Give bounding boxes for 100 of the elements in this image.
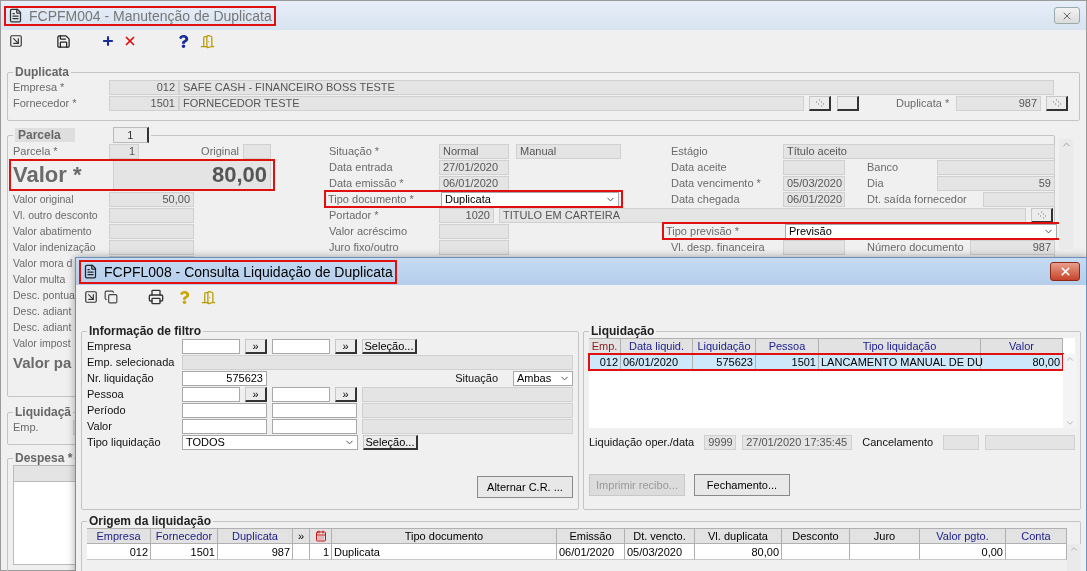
field-label: Valor * — [13, 162, 83, 188]
text-field[interactable] — [182, 338, 240, 354]
page-tab[interactable]: 1 — [112, 127, 149, 143]
lookup-button[interactable] — [809, 95, 831, 111]
text-field[interactable]: Manual — [516, 143, 621, 159]
text-field[interactable]: 59 — [937, 175, 1055, 191]
text-field[interactable]: 05/03/2020 — [783, 175, 845, 191]
more-button[interactable]: » — [245, 386, 267, 402]
exit-icon[interactable] — [201, 289, 216, 305]
dropdown[interactable]: Previsão — [785, 223, 1057, 239]
field-label: Original — [200, 145, 239, 157]
text-field[interactable]: Título aceito — [783, 143, 1055, 159]
text-field[interactable]: 50,00 — [109, 191, 194, 207]
lookup-button[interactable] — [1046, 95, 1068, 111]
field-label: Desc. pontua — [13, 289, 75, 301]
text-field[interactable] — [943, 434, 980, 450]
lookup-button[interactable] — [1031, 207, 1053, 223]
text-field[interactable] — [182, 418, 267, 434]
text-field[interactable]: 27/01/2020 17:35:45 — [742, 434, 853, 450]
text-field[interactable]: 012 — [109, 79, 179, 95]
selection-button[interactable]: Seleção... — [363, 434, 418, 450]
text-field[interactable]: 27/01/2020 — [439, 159, 509, 175]
text-field[interactable] — [272, 402, 357, 418]
column-header[interactable]: Vl. duplicata — [695, 528, 782, 544]
close-icon — [1058, 265, 1072, 278]
text-field[interactable] — [783, 159, 845, 175]
dropdown[interactable]: TODOS — [182, 434, 358, 450]
close-button[interactable] — [1054, 7, 1080, 24]
column-header[interactable]: Fornecedor — [151, 528, 218, 544]
column-header[interactable]: Empresa — [87, 528, 151, 544]
field-label: Data aceite — [671, 161, 728, 173]
text-field[interactable]: Normal — [439, 143, 509, 159]
table-row[interactable]: 012 06/01/2020 575623 1501 LANCAMENTO MANUAL DE DU 80,00 — [589, 354, 1063, 370]
text-field[interactable]: 9999 — [704, 434, 737, 450]
column-header[interactable]: Data liquid. — [621, 338, 693, 354]
text-field[interactable]: SAFE CASH - FINANCEIRO BOSS TESTE — [179, 79, 1054, 95]
dots-icon — [1036, 210, 1047, 219]
text-field[interactable]: 1501 — [109, 95, 179, 111]
column-header[interactable]: Emissão — [557, 528, 625, 544]
plus-icon[interactable] — [101, 34, 115, 48]
text-field[interactable]: 80,00 — [113, 160, 271, 190]
more-button[interactable]: » — [335, 338, 357, 354]
group-title: Liquidação — [591, 324, 655, 338]
text-field[interactable]: FORNECEDOR TESTE — [179, 95, 804, 111]
delete-icon[interactable] — [123, 34, 137, 48]
text-field[interactable] — [439, 239, 509, 255]
text-field[interactable] — [109, 223, 194, 239]
close-button[interactable] — [1050, 262, 1080, 281]
dropdown[interactable]: Duplicata — [441, 191, 619, 207]
column-header[interactable]: Dt. vencto. — [625, 528, 695, 544]
column-header[interactable]: Conta — [1006, 528, 1067, 544]
text-field[interactable] — [109, 207, 194, 223]
text-field[interactable] — [439, 223, 509, 239]
column-header[interactable]: Pessoa — [756, 338, 819, 354]
column-header[interactable]: Tipo liquidação — [819, 338, 981, 354]
text-field[interactable] — [182, 402, 267, 418]
windows-icon[interactable] — [104, 290, 118, 304]
group-title: Origem da liquidação — [89, 514, 212, 528]
dropdown[interactable]: Ambas — [513, 370, 573, 386]
blank-button[interactable] — [837, 95, 859, 111]
exit-icon[interactable] — [200, 33, 215, 49]
field-label: Duplicata * — [896, 97, 951, 109]
text-field[interactable]: TITULO EM CARTEIRA — [499, 207, 1026, 223]
text-field[interactable] — [985, 434, 1075, 450]
text-field[interactable]: 1 — [109, 143, 139, 159]
text-field[interactable]: 06/01/2020 — [783, 191, 845, 207]
text-field[interactable] — [272, 338, 330, 354]
selection-button[interactable]: Seleção... — [362, 338, 417, 354]
text-field[interactable]: 987 — [956, 95, 1041, 111]
column-header[interactable]: Valor — [981, 338, 1063, 354]
column-header[interactable]: Liquidação — [693, 338, 756, 354]
column-header[interactable]: Tipo documento — [332, 528, 557, 544]
column-header[interactable]: Emp. — [589, 338, 621, 354]
text-field[interactable] — [272, 386, 330, 402]
help-icon[interactable] — [177, 34, 190, 48]
field-label: Valor indenização — [13, 241, 96, 253]
print-icon[interactable] — [148, 289, 164, 305]
push-button[interactable]: Fechamento... — [694, 474, 790, 496]
more-button[interactable]: » — [335, 386, 357, 402]
text-field[interactable]: 575623 — [182, 370, 267, 386]
more-button[interactable]: » — [245, 338, 267, 354]
alternate-button[interactable]: Alternar C.R. ... — [477, 476, 573, 498]
text-field[interactable] — [983, 191, 1055, 207]
column-header[interactable]: Valor pgto. — [920, 528, 1006, 544]
column-header[interactable]: Desconto — [782, 528, 850, 544]
text-field[interactable] — [182, 386, 240, 402]
text-field[interactable] — [109, 239, 194, 255]
save-icon[interactable] — [56, 33, 71, 49]
column-header[interactable]: » — [293, 528, 310, 544]
text-field[interactable] — [362, 386, 573, 402]
text-field[interactable] — [937, 159, 1055, 175]
text-field[interactable] — [362, 402, 573, 418]
text-field[interactable] — [243, 143, 271, 159]
text-field[interactable]: 06/01/2020 — [439, 175, 509, 191]
text-field[interactable] — [182, 354, 573, 370]
text-field[interactable] — [362, 418, 573, 434]
text-field[interactable] — [272, 418, 357, 434]
column-header[interactable]: Juro — [850, 528, 920, 544]
column-header[interactable] — [310, 528, 332, 544]
column-header[interactable]: Duplicata — [218, 528, 293, 544]
